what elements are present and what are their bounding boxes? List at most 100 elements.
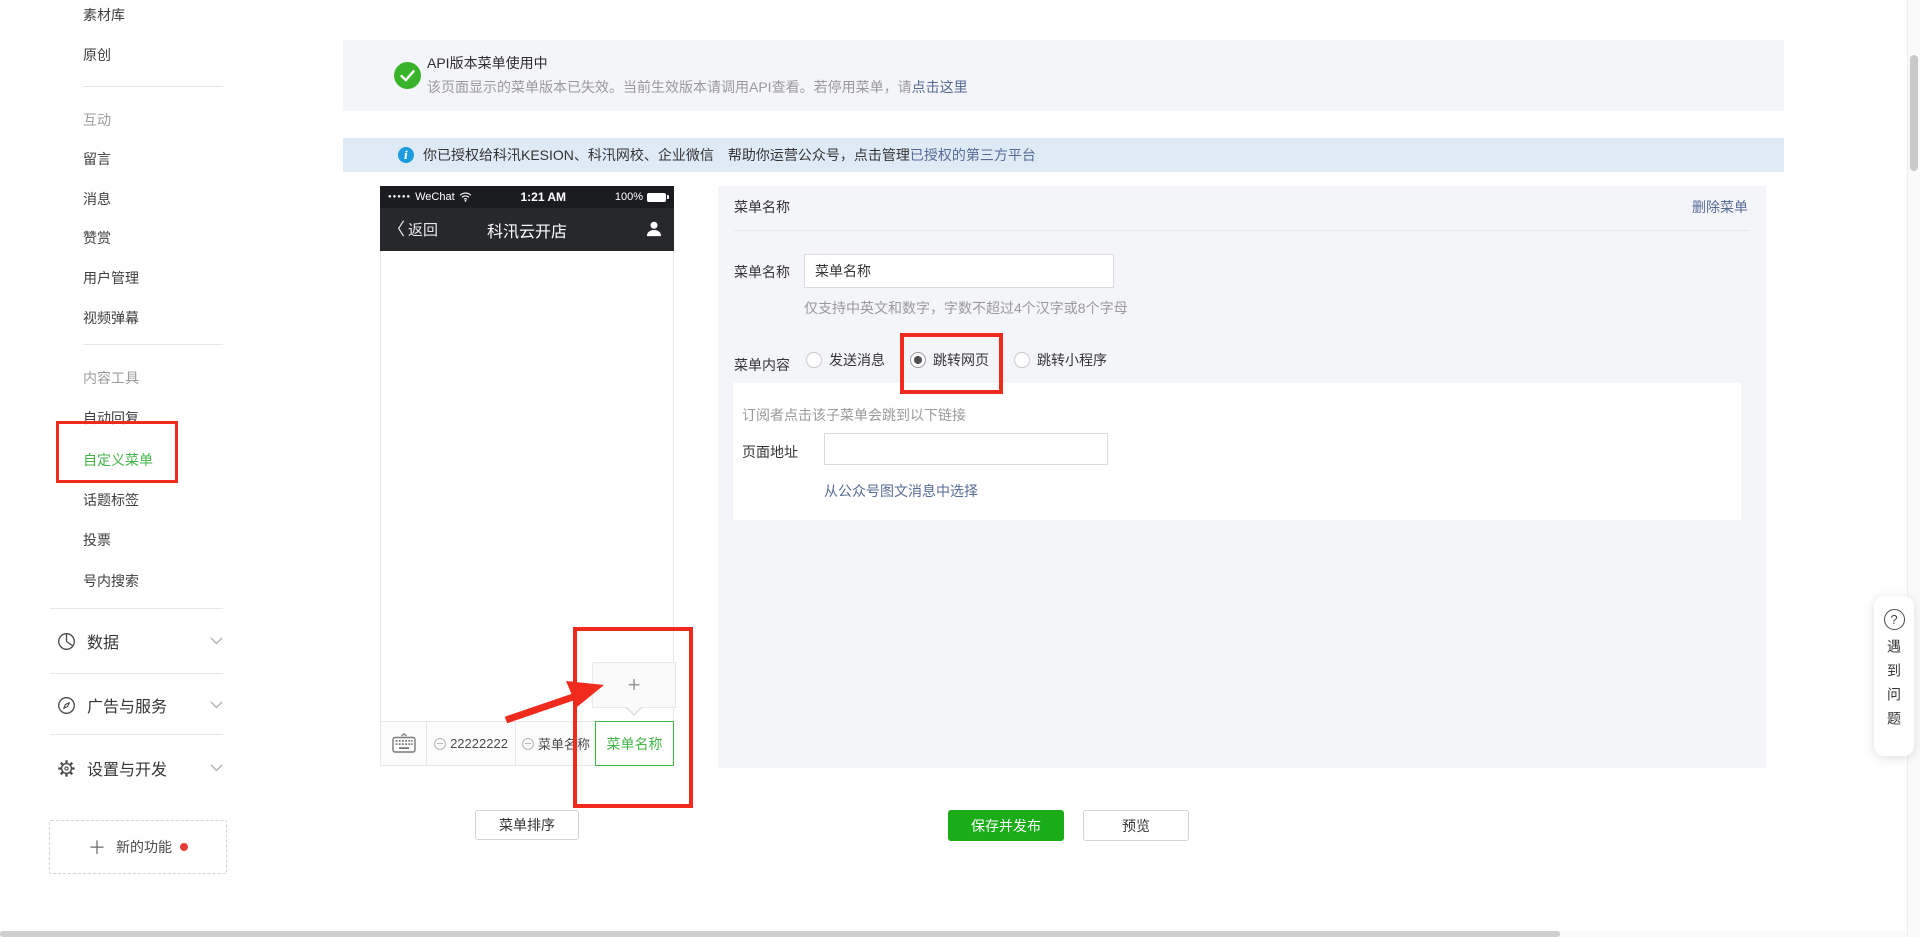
red-dot-badge (180, 843, 188, 851)
menu-content-options: 发送消息 跳转网页 跳转小程序 (806, 350, 1107, 370)
sidebar-group-ads-services[interactable]: 广告与服务 (57, 692, 223, 718)
menu-sort-button[interactable]: 菜单排序 (475, 810, 579, 840)
sidebar-item-appreciation[interactable]: 赞赏 (83, 228, 111, 248)
menu-collapse-icon (522, 738, 534, 750)
radio-send-message[interactable]: 发送消息 (806, 350, 885, 370)
sidebar-item-topic-tags[interactable]: 话题标签 (83, 490, 139, 510)
new-feature-label: 新的功能 (116, 837, 172, 857)
chevron-down-icon (210, 701, 223, 709)
page-url-input[interactable] (824, 433, 1108, 465)
sidebar-item-video-danmaku[interactable]: 视频弹幕 (83, 308, 139, 328)
sidebar-item-custom-menu[interactable]: 自定义菜单 (83, 450, 153, 470)
page-url-label: 页面地址 (742, 442, 798, 462)
gear-icon (57, 759, 76, 778)
url-box-tip: 订阅者点击该子菜单会跳到以下链接 (742, 405, 966, 425)
auth-text: 你已授权给科汛KESION、科汛网校、企业微信 帮助你运营公众号，点击管理已授权… (423, 145, 1036, 165)
menu-item-3-selected[interactable]: 菜单名称 (595, 721, 674, 766)
plus-icon: ＋ (88, 834, 106, 860)
sidebar-group-label: 广告与服务 (87, 693, 167, 717)
sidebar-divider (83, 344, 223, 345)
menu-editor-panel: 菜单名称 删除菜单 菜单名称 仅支持中英文和数字，字数不超过4个汉字或8个字母 … (718, 186, 1766, 768)
wifi-icon (459, 192, 472, 202)
radio-label: 发送消息 (829, 350, 885, 370)
sidebar-divider (50, 673, 223, 674)
phone-status-bar: ●●●●● WeChat 1:21 AM 100% (380, 186, 674, 208)
menu-content-label: 菜单内容 (734, 355, 790, 375)
radio-jump-webpage[interactable]: 跳转网页 (910, 350, 989, 370)
preview-button[interactable]: 预览 (1083, 810, 1189, 841)
click-here-link[interactable]: 点击这里 (912, 79, 968, 95)
sidebar-group-label: 数据 (87, 629, 119, 653)
plus-icon: + (628, 672, 641, 698)
notice-description: 该页面显示的菜单版本已失效。当前生效版本请调用API查看。若停用菜单，请点击这里 (427, 77, 968, 97)
sidebar-item-messages[interactable]: 消息 (83, 189, 111, 209)
add-submenu-button[interactable]: + (592, 662, 676, 708)
radio-jump-miniprogram[interactable]: 跳转小程序 (1014, 350, 1107, 370)
api-menu-notice-banner: API版本菜单使用中 该页面显示的菜单版本已失效。当前生效版本请调用API查看。… (343, 40, 1784, 111)
help-widget-label: 遇到问题 (1887, 639, 1901, 735)
choose-from-articles-link[interactable]: 从公众号图文消息中选择 (824, 481, 978, 501)
success-check-icon (394, 62, 421, 89)
pie-chart-icon (57, 632, 76, 651)
battery-percent: 100% (615, 191, 643, 203)
auth-text-body: 你已授权给科汛KESION、科汛网校、企业微信 帮助你运营公众号，点击管理 (423, 147, 910, 163)
sidebar-item-auto-reply[interactable]: 自动回复 (83, 408, 139, 428)
horizontal-scrollbar-thumb[interactable] (0, 931, 1560, 937)
sidebar-section-content-tools: 内容工具 (83, 368, 139, 388)
question-mark-icon: ? (1884, 609, 1905, 630)
battery-icon (647, 193, 666, 202)
vertical-scrollbar-thumb[interactable] (1910, 55, 1918, 171)
compass-icon (57, 696, 76, 715)
sidebar-item-original[interactable]: 原创 (83, 45, 111, 65)
radio-label: 跳转小程序 (1037, 350, 1107, 370)
notice-title: API版本菜单使用中 (427, 53, 548, 73)
delete-menu-link[interactable]: 删除菜单 (1692, 197, 1748, 217)
sidebar-item-user-management[interactable]: 用户管理 (83, 268, 139, 288)
sidebar-divider (83, 86, 223, 87)
panel-title: 菜单名称 (734, 197, 790, 217)
notice-desc-text: 该页面显示的菜单版本已失效。当前生效版本请调用API查看。若停用菜单，请 (427, 79, 912, 95)
radio-dot (914, 356, 922, 364)
new-feature-button[interactable]: ＋ 新的功能 (49, 820, 227, 874)
sidebar-item-vote[interactable]: 投票 (83, 530, 111, 550)
sidebar-divider (50, 734, 223, 735)
sidebar-section-interaction: 互动 (83, 110, 111, 130)
menu-collapse-icon (434, 738, 446, 750)
sidebar-item-account-search[interactable]: 号内搜索 (83, 571, 139, 591)
menu-item-label: 菜单名称 (607, 734, 663, 754)
phone-nav-bar: 〈 返回 科汛云开店 (380, 208, 674, 251)
sidebar-item-material-library[interactable]: 素材库 (83, 5, 125, 25)
sidebar-item-comments[interactable]: 留言 (83, 149, 111, 169)
person-icon (644, 219, 664, 244)
keyboard-toggle[interactable] (381, 722, 427, 765)
info-icon: i (398, 147, 414, 163)
authorized-platform-link[interactable]: 已授权的第三方平台 (910, 147, 1036, 163)
status-time: 1:21 AM (472, 190, 615, 204)
help-widget[interactable]: ? 遇到问题 (1874, 596, 1914, 756)
menu-name-input[interactable] (804, 254, 1114, 288)
menu-item-label: 菜单名称 (538, 734, 590, 753)
chevron-down-icon (210, 637, 223, 645)
url-settings-box: 订阅者点击该子菜单会跳到以下链接 页面地址 从公众号图文消息中选择 (733, 383, 1741, 520)
authorization-banner: i 你已授权给科汛KESION、科汛网校、企业微信 帮助你运营公众号，点击管理已… (343, 138, 1784, 172)
save-publish-button[interactable]: 保存并发布 (948, 810, 1064, 841)
menu-item-label: 22222222 (450, 736, 508, 751)
chevron-down-icon (210, 764, 223, 772)
vertical-scrollbar-track (1907, 0, 1920, 937)
radio-label: 跳转网页 (933, 350, 989, 370)
menu-item-1[interactable]: 22222222 (427, 722, 516, 765)
keyboard-icon (392, 733, 416, 754)
menu-item-2[interactable]: 菜单名称 (516, 722, 596, 765)
phone-screen-body (380, 251, 674, 721)
menu-name-label: 菜单名称 (734, 262, 790, 282)
menu-name-hint: 仅支持中英文和数字，字数不超过4个汉字或8个字母 (804, 298, 1128, 318)
signal-dots-icon: ●●●●● (388, 194, 411, 200)
sidebar-group-data[interactable]: 数据 (57, 628, 223, 654)
radio-unchecked-icon (1014, 352, 1030, 368)
radio-unchecked-icon (806, 352, 822, 368)
caret-down-icon (627, 707, 641, 714)
phone-menu-bar: 22222222 菜单名称 菜单名称 (380, 721, 674, 766)
carrier-label: WeChat (415, 191, 455, 203)
sidebar-group-settings-dev[interactable]: 设置与开发 (57, 755, 223, 781)
sidebar-group-label: 设置与开发 (87, 756, 167, 780)
